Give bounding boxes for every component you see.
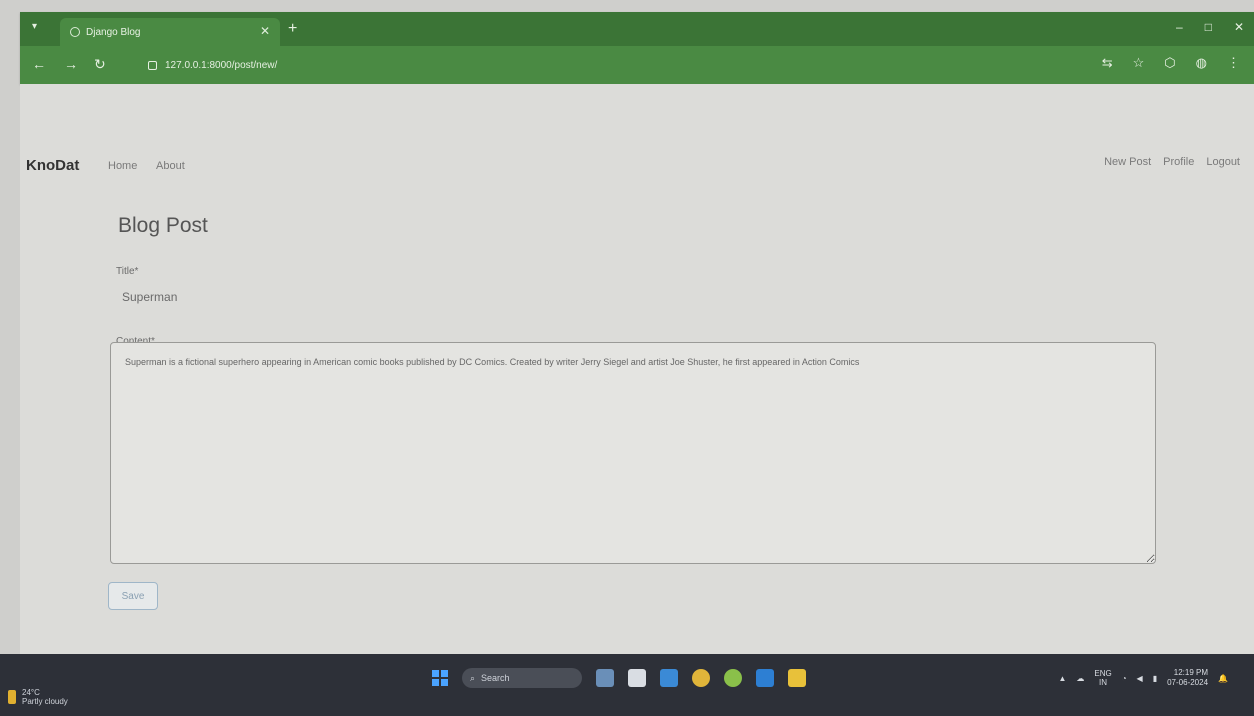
brand-logo[interactable]: KnoDat [26, 157, 79, 174]
wifi-icon[interactable]: ◔ [1122, 674, 1127, 683]
bookmark-star-icon[interactable]: ☆ [1133, 55, 1145, 71]
nav-home-link[interactable]: Home [108, 160, 137, 172]
forward-icon[interactable]: → [64, 56, 78, 72]
system-tray: ▲ ☁ ENG IN ◔ ◀ ▮ 12:19 PM 07-06-2024 🔔 [1058, 668, 1228, 688]
nav-profile-link[interactable]: Profile [1163, 156, 1194, 168]
close-window-icon[interactable]: ✕ [1234, 20, 1244, 34]
widgets-icon[interactable] [628, 669, 646, 687]
weather-widget[interactable]: 24°C Partly cloudy [8, 688, 68, 706]
weather-temp: 24°C [22, 688, 40, 697]
page-content: KnoDat Home About New Post Profile Logou… [20, 84, 1254, 654]
browser-window: ▾ Django Blog ✕ + – □ ✕ ← → ↻ 127.0.0.1:… [20, 12, 1254, 84]
taskbar-search[interactable]: ⌕ Search [462, 668, 582, 688]
extensions-icon[interactable]: ⬡ [1164, 55, 1175, 71]
chevron-up-icon[interactable]: ▲ [1058, 674, 1066, 683]
page-title: Blog Post [118, 214, 208, 237]
nav-right-links: New Post Profile Logout [1104, 156, 1240, 168]
weather-icon [8, 690, 16, 704]
taskbar-apps: ⌕ Search [432, 668, 806, 688]
new-tab-icon[interactable]: + [288, 20, 297, 38]
tab-bar: ▾ Django Blog ✕ + – □ ✕ [20, 12, 1254, 46]
globe-icon [70, 27, 80, 37]
clock-time: 12:19 PM [1173, 668, 1209, 677]
window-controls: – □ ✕ [1176, 20, 1244, 34]
save-button[interactable]: Save [108, 582, 158, 610]
weather-desc: Partly cloudy [22, 697, 68, 706]
notification-bell-icon[interactable]: 🔔 [1218, 674, 1228, 683]
browser-tab[interactable]: Django Blog ✕ [60, 18, 280, 46]
translate-icon[interactable]: ⇆ [1102, 55, 1113, 71]
file-explorer-icon[interactable] [788, 669, 806, 687]
content-textarea[interactable]: Superman is a fictional superhero appear… [110, 342, 1156, 564]
language-code: ENG [1094, 669, 1112, 678]
url-text: 127.0.0.1:8000/post/new/ [165, 59, 278, 71]
vscode-icon[interactable] [756, 669, 774, 687]
search-label: Search [481, 673, 510, 683]
taskbar: 24°C Partly cloudy ⌕ Search ▲ ☁ ENG IN ◔… [0, 654, 1254, 716]
language-region: IN [1099, 678, 1108, 687]
tab-list-icon[interactable]: ▾ [32, 21, 37, 32]
nav-new-post-link[interactable]: New Post [1104, 156, 1151, 168]
start-icon[interactable] [432, 670, 448, 686]
cloud-icon[interactable]: ☁ [1076, 674, 1084, 683]
menu-kebab-icon[interactable]: ⋮ [1227, 55, 1240, 71]
reload-icon[interactable]: ↻ [94, 56, 106, 73]
chrome-icon[interactable] [692, 669, 710, 687]
app-icon[interactable] [724, 669, 742, 687]
language-indicator[interactable]: ENG IN [1094, 669, 1111, 687]
title-label: Title* [116, 266, 139, 277]
task-view-icon[interactable] [596, 669, 614, 687]
site-navbar: KnoDat Home About New Post Profile Logou… [20, 150, 1254, 178]
search-icon: ⌕ [470, 672, 476, 683]
maximize-icon[interactable]: □ [1205, 20, 1212, 34]
nav-about-link[interactable]: About [156, 160, 185, 172]
address-row: ← → ↻ 127.0.0.1:8000/post/new/ ⇆ ☆ ⬡ ◍ ⋮ [20, 46, 1254, 84]
battery-icon[interactable]: ▮ [1153, 674, 1157, 683]
minimize-icon[interactable]: – [1176, 20, 1183, 34]
nav-logout-link[interactable]: Logout [1206, 156, 1240, 168]
profile-icon[interactable]: ◍ [1196, 55, 1207, 71]
back-icon[interactable]: ← [32, 56, 46, 72]
address-bar[interactable]: 127.0.0.1:8000/post/new/ [148, 54, 1088, 76]
clock-date: 07-06-2024 [1167, 678, 1209, 687]
tab-title: Django Blog [86, 26, 141, 38]
title-input[interactable] [116, 284, 388, 310]
site-info-icon[interactable] [148, 60, 157, 70]
volume-icon[interactable]: ◀ [1137, 674, 1143, 683]
close-tab-icon[interactable]: ✕ [260, 24, 270, 38]
edge-icon[interactable] [660, 669, 678, 687]
clock[interactable]: 12:19 PM 07-06-2024 [1167, 668, 1208, 688]
toolbar-icons: ⇆ ☆ ⬡ ◍ ⋮ [1102, 55, 1240, 71]
